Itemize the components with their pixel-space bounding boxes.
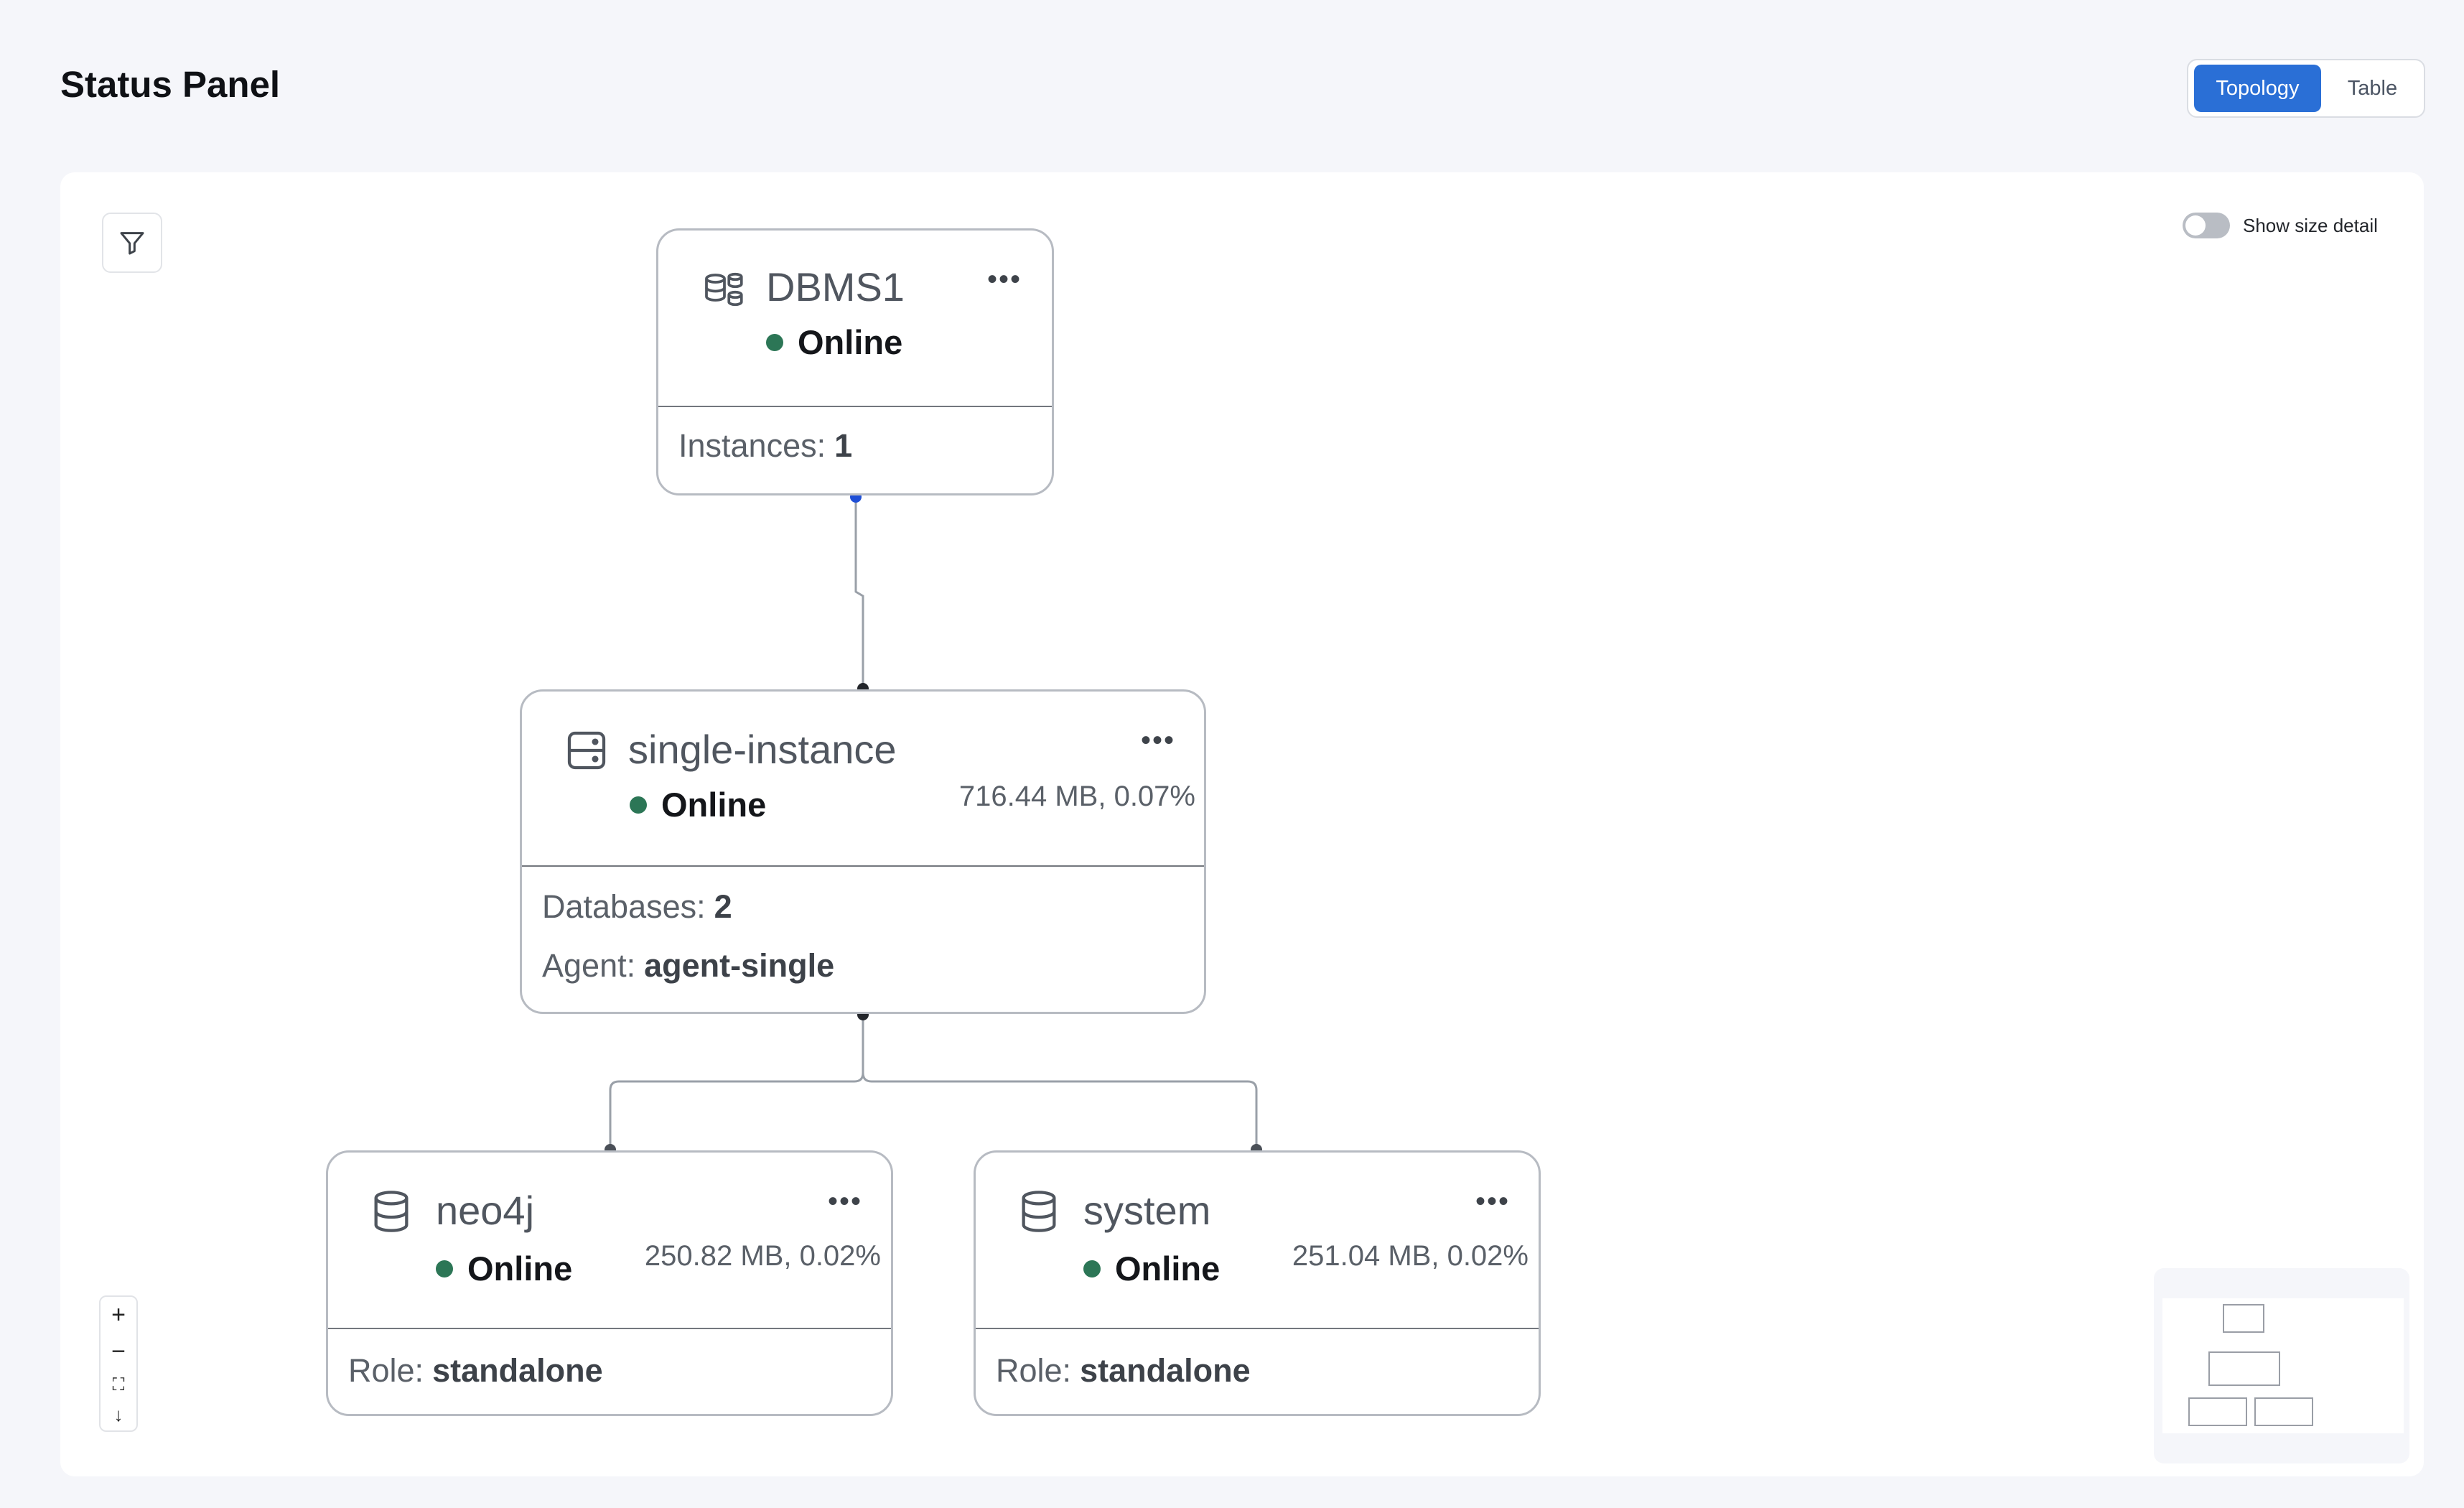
view-toggle: Topology Table — [2187, 59, 2425, 118]
minimap-node-dbms — [2223, 1304, 2264, 1333]
zoom-controls: + − ⛶ ↓ — [99, 1295, 138, 1432]
neo4j-role: Role: standalone — [348, 1352, 603, 1390]
agent-label: Agent: — [542, 947, 636, 984]
instance-more-button[interactable]: ••• — [1141, 725, 1175, 757]
dbms-instances: Instances: 1 — [678, 427, 852, 465]
system-title: system — [1083, 1188, 1211, 1233]
neo4j-title: neo4j — [436, 1188, 535, 1233]
databases-value: 2 — [714, 888, 732, 925]
neo4j-divider — [328, 1328, 891, 1329]
minimap[interactable] — [2154, 1268, 2409, 1463]
dbms-status: Online — [766, 322, 902, 362]
instance-size: 716.44 MB, 0.07% — [958, 781, 1195, 812]
system-status-label: Online — [1115, 1249, 1221, 1288]
download-button[interactable]: ↓ — [114, 1404, 123, 1426]
dbms-node[interactable]: DBMS1 ••• Online Instances: 1 — [656, 228, 1054, 495]
server-icon — [567, 731, 606, 770]
minimap-node-instance — [2208, 1351, 2280, 1386]
role-label: Role: — [348, 1352, 424, 1389]
minimap-node-neo4j — [2188, 1397, 2247, 1426]
page-title: Status Panel — [60, 64, 281, 105]
zoom-in-button[interactable]: + — [111, 1301, 126, 1329]
role-value: standalone — [1080, 1352, 1251, 1389]
instance-status-label: Online — [661, 786, 767, 824]
topology-tab[interactable]: Topology — [2194, 65, 2321, 112]
instance-node[interactable]: single-instance ••• Online 716.44 MB, 0.… — [520, 689, 1206, 1014]
fit-view-button[interactable]: ⛶ — [113, 1375, 125, 1395]
database-node-neo4j[interactable]: neo4j ••• Online 250.82 MB, 0.02% Role: s… — [326, 1150, 893, 1416]
system-size: 251.04 MB, 0.02% — [1292, 1240, 1529, 1272]
dbms-title: DBMS1 — [766, 264, 905, 309]
neo4j-size: 250.82 MB, 0.02% — [644, 1240, 881, 1272]
system-role: Role: standalone — [996, 1352, 1251, 1390]
instances-value: 1 — [834, 427, 853, 464]
database-icon — [1022, 1191, 1056, 1232]
status-dot — [766, 333, 783, 351]
system-status: Online — [1083, 1249, 1220, 1288]
databases-label: Databases: — [542, 888, 706, 925]
neo4j-status: Online — [436, 1249, 572, 1288]
status-dot — [436, 1260, 453, 1277]
dbms-divider — [658, 406, 1052, 407]
instance-status: Online — [630, 785, 766, 824]
role-value: standalone — [432, 1352, 603, 1389]
system-divider — [976, 1328, 1539, 1329]
database-group-icon — [705, 272, 743, 307]
size-detail-switch[interactable] — [2183, 213, 2230, 238]
dbms-more-button[interactable]: ••• — [987, 264, 1022, 296]
minimap-viewport — [2162, 1298, 2404, 1433]
zoom-out-button[interactable]: − — [111, 1338, 126, 1366]
table-tab[interactable]: Table — [2327, 65, 2418, 112]
database-icon — [374, 1191, 409, 1232]
role-label: Role: — [996, 1352, 1072, 1389]
system-more-button[interactable]: ••• — [1475, 1186, 1510, 1218]
minimap-node-system — [2254, 1397, 2313, 1426]
neo4j-more-button[interactable]: ••• — [828, 1186, 862, 1218]
filter-button[interactable] — [102, 213, 162, 273]
status-dot — [630, 796, 647, 814]
neo4j-status-label: Online — [467, 1249, 573, 1288]
database-node-system[interactable]: system ••• Online 251.04 MB, 0.02% Role:… — [974, 1150, 1541, 1416]
instance-agent: Agent: agent-single — [542, 947, 834, 985]
agent-value: agent-single — [644, 947, 835, 984]
show-size-detail-label: Show size detail — [2243, 214, 2378, 236]
status-dot — [1083, 1260, 1101, 1277]
instance-databases: Databases: 2 — [542, 888, 732, 926]
instances-label: Instances: — [678, 427, 826, 464]
instance-divider — [522, 865, 1204, 867]
instance-title: single-instance — [628, 727, 897, 772]
dbms-status-label: Online — [798, 323, 903, 361]
show-size-detail-toggle[interactable]: Show size detail — [2183, 213, 2378, 238]
filter-icon — [120, 232, 144, 255]
